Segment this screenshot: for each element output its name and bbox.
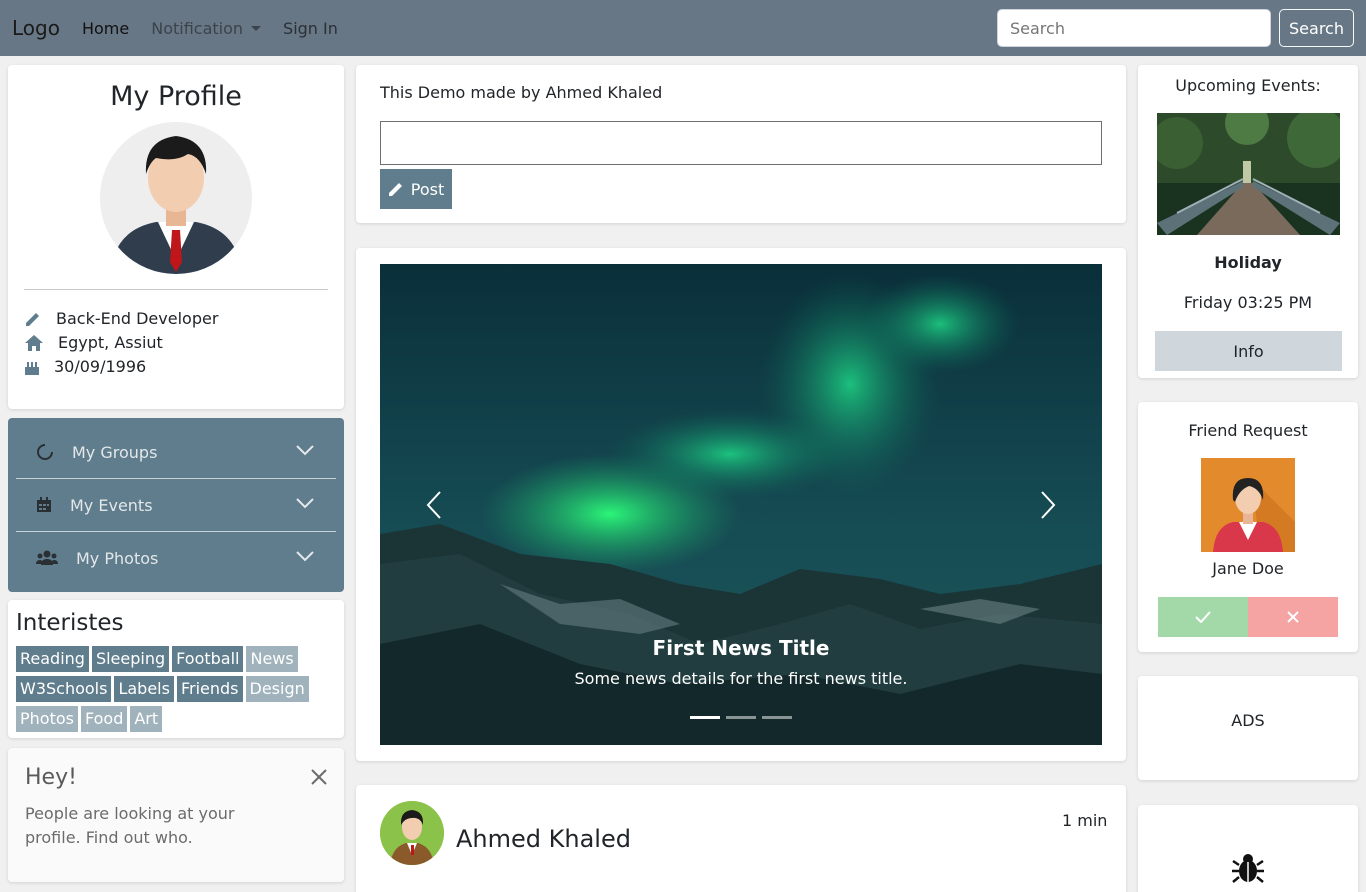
profile-alert: Hey! People are looking at your profile.… xyxy=(8,748,344,882)
close-icon xyxy=(1287,611,1299,623)
accordion-my-groups[interactable]: My Groups xyxy=(16,426,336,478)
interest-tag: Food xyxy=(80,706,128,732)
interest-tag: Photos xyxy=(16,706,78,732)
interest-tag: News xyxy=(246,646,298,672)
friend-request-title: Friend Request xyxy=(1188,421,1308,440)
carousel-indicator[interactable] xyxy=(762,716,792,719)
profile-birthday-text: 30/09/1996 xyxy=(54,357,147,376)
profile-card: My Profile Back-End Developer Egypt, Ass… xyxy=(8,65,344,409)
carousel-caption-text: Some news details for the first news tit… xyxy=(574,669,908,688)
search-button[interactable]: Search xyxy=(1279,9,1354,47)
nav-notification-label: Notification xyxy=(151,18,244,38)
nav-sign-in[interactable]: Sign In xyxy=(283,19,338,38)
sidebar-accordion: My Groups My Events My Photos xyxy=(8,418,344,592)
ads-card: ADS xyxy=(1138,676,1358,780)
brand-logo[interactable]: Logo xyxy=(12,16,60,40)
caret-down-icon xyxy=(251,25,262,31)
profile-divider xyxy=(24,289,328,290)
event-name: Holiday xyxy=(1214,253,1282,272)
carousel-indicator[interactable] xyxy=(690,716,720,719)
interest-tag: Design xyxy=(245,676,309,702)
friend-request-card: Friend Request Jane Doe xyxy=(1138,402,1358,652)
chevron-down-icon xyxy=(296,551,314,562)
post-button[interactable]: Post xyxy=(380,169,452,209)
accordion-label: My Photos xyxy=(76,548,159,568)
bug-icon xyxy=(1232,854,1264,883)
post-button-label: Post xyxy=(410,179,445,199)
birthday-cake-icon xyxy=(25,361,39,375)
interest-tag: Art xyxy=(130,706,163,732)
post-box-intro: This Demo made by Ahmed Khaled xyxy=(380,83,663,102)
search-input[interactable] xyxy=(997,9,1271,47)
upcoming-events-card: Upcoming Events: Holiday Friday 03:25 PM… xyxy=(1138,65,1358,378)
top-navbar: Logo Home Notification Sign In Search xyxy=(0,0,1366,56)
post-time: 1 min xyxy=(1062,811,1108,830)
nav-home[interactable]: Home xyxy=(82,19,129,38)
accordion-label: My Events xyxy=(70,495,153,515)
profile-location: Egypt, Assiut xyxy=(24,333,163,352)
profile-job: Back-End Developer xyxy=(24,309,218,328)
interest-tag: Football xyxy=(172,646,244,672)
friend-name: Jane Doe xyxy=(1212,559,1284,578)
home-icon xyxy=(25,334,43,351)
accept-request-button[interactable] xyxy=(1158,597,1248,637)
friend-avatar xyxy=(1201,458,1295,552)
event-info-button[interactable]: Info xyxy=(1155,331,1342,371)
post-card: Ahmed Khaled 1 min xyxy=(356,785,1126,892)
circle-notch-icon xyxy=(37,444,53,460)
carousel-caption-title: First News Title xyxy=(652,636,830,660)
carousel-card: First News Title Some news details for t… xyxy=(356,248,1126,761)
profile-title: My Profile xyxy=(110,81,242,112)
bug-card xyxy=(1138,805,1358,892)
check-icon xyxy=(1195,611,1211,623)
ads-label: ADS xyxy=(1231,711,1265,730)
alert-text: People are looking at your profile. Find… xyxy=(25,804,235,847)
post-box-card: This Demo made by Ahmed Khaled Post xyxy=(356,65,1126,223)
interest-tag: Sleeping xyxy=(91,646,170,672)
carousel-next-icon[interactable] xyxy=(1040,490,1056,520)
interest-tag: Reading xyxy=(16,646,89,672)
interest-tag: Labels xyxy=(114,676,174,702)
profile-birthday: 30/09/1996 xyxy=(24,357,146,376)
close-icon[interactable] xyxy=(310,768,328,786)
chevron-down-icon xyxy=(296,445,314,456)
alert-title: Hey! xyxy=(25,765,77,790)
carousel-prev-icon[interactable] xyxy=(426,490,442,520)
accordion-my-events[interactable]: My Events xyxy=(16,479,336,531)
users-icon xyxy=(36,550,58,565)
carousel-indicator[interactable] xyxy=(726,716,756,719)
profile-location-text: Egypt, Assiut xyxy=(58,333,163,352)
news-carousel: First News Title Some news details for t… xyxy=(380,264,1102,745)
avatar xyxy=(100,122,252,274)
interests-title: Interistes xyxy=(16,610,124,636)
chevron-down-icon xyxy=(296,498,314,509)
interest-tag: Friends xyxy=(176,676,243,702)
author-avatar[interactable] xyxy=(380,801,444,865)
accordion-label: My Groups xyxy=(72,442,158,462)
accordion-my-photos[interactable]: My Photos xyxy=(16,532,336,584)
event-time: Friday 03:25 PM xyxy=(1183,293,1313,312)
post-author-name[interactable]: Ahmed Khaled xyxy=(456,825,631,853)
profile-job-text: Back-End Developer xyxy=(56,309,219,328)
post-input[interactable] xyxy=(380,121,1102,165)
interest-tags: Reading Sleeping Football News W3Schools Labe… xyxy=(16,646,336,736)
pencil-icon xyxy=(26,312,39,326)
events-title: Upcoming Events: xyxy=(1175,76,1321,95)
interests-card: Interistes Reading Sleeping Football News W3… xyxy=(8,600,344,738)
calendar-icon xyxy=(37,497,51,512)
reject-request-button[interactable] xyxy=(1248,597,1338,637)
pencil-icon xyxy=(388,183,402,196)
nav-notification-dropdown[interactable]: Notification xyxy=(151,18,262,38)
event-image xyxy=(1157,113,1340,235)
interest-tag: W3Schools xyxy=(16,676,112,702)
